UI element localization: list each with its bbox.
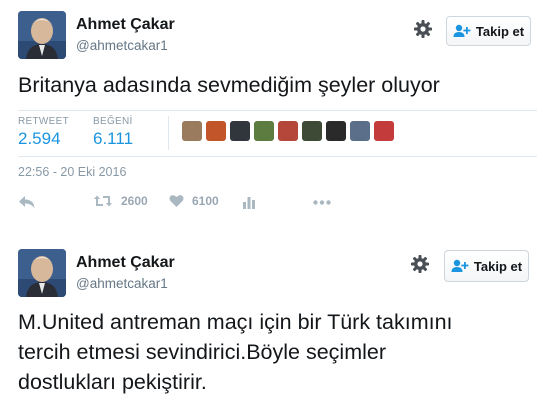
like-count: 6100	[192, 194, 219, 208]
user-name[interactable]: Ahmet Çakar	[76, 254, 175, 272]
tweet-2: Ahmet Çakar @ahmetcakar1 Takip et M.Unit…	[0, 240, 555, 402]
divider	[18, 156, 537, 157]
analytics-icon[interactable]	[243, 195, 255, 209]
gear-icon[interactable]	[410, 254, 430, 274]
like-stat[interactable]: BEĞENİ 6.111	[93, 116, 133, 149]
reply-icon[interactable]	[18, 195, 36, 209]
user-handle[interactable]: @ahmetcakar1	[76, 38, 168, 53]
retweet-count: 2600	[121, 194, 148, 208]
likers-list	[182, 121, 394, 141]
like-action[interactable]: 6100	[169, 194, 219, 208]
retweet-stat-value: 2.594	[18, 129, 61, 148]
tweet-timestamp[interactable]: 22:56 - 20 Eki 2016	[18, 165, 126, 179]
like-stat-value: 6.111	[93, 129, 134, 148]
retweet-icon	[93, 194, 113, 208]
follow-label: Takip et	[475, 23, 525, 39]
liker-avatar[interactable]	[374, 121, 394, 141]
retweet-stat-label: RETWEET	[18, 116, 69, 127]
divider	[18, 110, 537, 111]
retweet-stat[interactable]: RETWEET 2.594	[18, 116, 69, 149]
more-icon[interactable]	[313, 200, 331, 205]
liker-avatar[interactable]	[230, 121, 250, 141]
avatar[interactable]	[18, 249, 66, 297]
add-user-icon	[453, 24, 471, 38]
liker-avatar[interactable]	[206, 121, 226, 141]
add-user-icon	[451, 259, 469, 273]
user-name[interactable]: Ahmet Çakar	[76, 16, 175, 34]
gear-icon[interactable]	[413, 19, 433, 39]
retweet-action[interactable]: 2600	[93, 194, 148, 208]
user-handle[interactable]: @ahmetcakar1	[76, 276, 168, 291]
liker-avatar[interactable]	[326, 121, 346, 141]
follow-button[interactable]: Takip et	[444, 250, 529, 282]
follow-button[interactable]: Takip et	[446, 16, 531, 46]
follow-label: Takip et	[473, 258, 523, 274]
liker-avatar[interactable]	[302, 121, 322, 141]
liker-avatar[interactable]	[278, 121, 298, 141]
tweet-text-line: dostlukları pekiştirir.	[18, 370, 207, 394]
tweet-text: M.United antreman maçı için bir Türk tak…	[18, 307, 453, 397]
tweet-1: Ahmet Çakar @ahmetcakar1 Takip et Britan…	[0, 0, 555, 228]
tweet-text: Britanya adasında sevmediğim şeyler oluy…	[18, 73, 440, 97]
tweet-text-line: M.United antreman maçı için bir Türk tak…	[18, 310, 453, 334]
tweet-text-line: tercih etmesi sevindirici.Böyle seçimler	[18, 340, 386, 364]
avatar[interactable]	[18, 11, 66, 59]
like-stat-label: BEĞENİ	[93, 116, 133, 127]
liker-avatar[interactable]	[254, 121, 274, 141]
liker-avatar[interactable]	[182, 121, 202, 141]
liker-avatar[interactable]	[350, 121, 370, 141]
stats-divider	[168, 116, 169, 150]
heart-icon	[169, 194, 184, 208]
